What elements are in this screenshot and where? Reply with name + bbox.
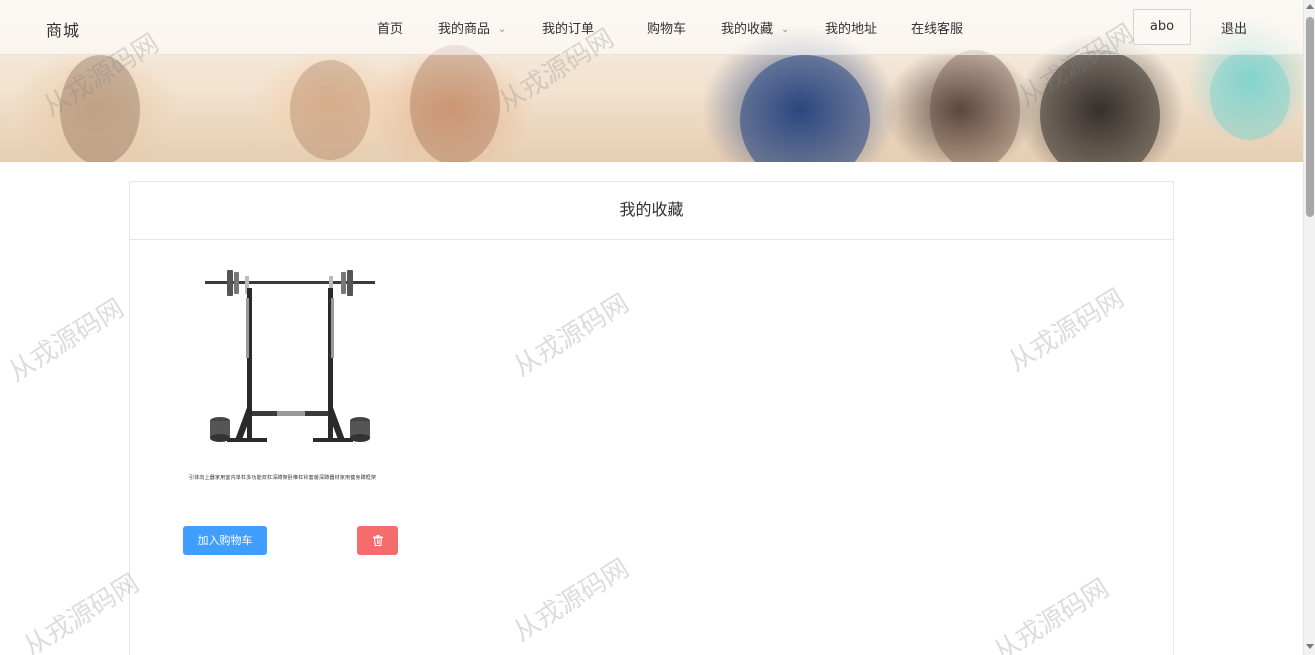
scroll-up-icon[interactable] xyxy=(1306,4,1314,9)
nav-label: 在线客服 xyxy=(911,22,964,37)
nav-my-favorites[interactable]: 我的收藏 ⌄ xyxy=(721,18,789,37)
nav-label: 购物车 xyxy=(647,22,687,37)
nav-cart[interactable]: 购物车 xyxy=(647,18,686,37)
navbar: 商城 首页 我的商品 ⌄ 我的订单 购物车 我的收藏 ⌄ 我的地址 在线客服 abo… xyxy=(0,0,1303,55)
squat-rack-image[interactable] xyxy=(205,268,385,458)
nav-my-products[interactable]: 我的商品 ⌄ xyxy=(438,18,506,37)
nav-my-address[interactable]: 我的地址 xyxy=(825,18,877,37)
nav-home[interactable]: 首页 xyxy=(377,18,403,37)
nav-label: 我的订单 xyxy=(542,22,595,37)
nav-online-service[interactable]: 在线客服 xyxy=(911,18,963,37)
page-scrollbar[interactable] xyxy=(1303,0,1315,655)
watermark: 从戎源码网 xyxy=(18,568,145,655)
banner-character xyxy=(290,60,370,160)
trash-icon xyxy=(372,535,383,547)
nav-label: 我的地址 xyxy=(825,22,878,37)
logout-link[interactable]: 退出 xyxy=(1221,18,1247,37)
favorites-card: 我的收藏 引体向上器家用室内单杠多功能双杠深蹲架卧推杠铃套装深蹲器材家用健身蹲框… xyxy=(129,181,1174,655)
brand-logo[interactable]: 商城 xyxy=(46,17,80,41)
chevron-down-icon: ⌄ xyxy=(781,24,790,35)
header-banner: 商城 首页 我的商品 ⌄ 我的订单 购物车 我的收藏 ⌄ 我的地址 在线客服 abo… xyxy=(0,0,1303,162)
banner-character xyxy=(930,50,1020,162)
banner-character xyxy=(410,45,500,162)
scrollbar-thumb[interactable] xyxy=(1306,17,1314,217)
add-to-cart-button[interactable]: 加入购物车 xyxy=(183,526,267,555)
nav-label: 我的商品 xyxy=(438,22,491,37)
delete-favorite-button[interactable] xyxy=(357,526,398,555)
nav-label: 我的收藏 xyxy=(721,22,774,37)
nav-my-orders[interactable]: 我的订单 xyxy=(542,18,594,37)
user-menu[interactable]: abo xyxy=(1133,9,1191,45)
banner-character xyxy=(1210,50,1290,140)
scroll-down-icon[interactable] xyxy=(1306,644,1314,649)
banner-character xyxy=(60,55,140,162)
chevron-down-icon: ⌄ xyxy=(498,24,507,35)
banner-character xyxy=(740,55,870,162)
nav-label: 首页 xyxy=(377,22,404,37)
watermark: 从戎源码网 xyxy=(3,293,130,388)
page-title: 我的收藏 xyxy=(130,182,1173,240)
product-name[interactable]: 引体向上器家用室内单杠多功能双杠深蹲架卧推杠铃套装深蹲器材家用健身蹲框架 xyxy=(189,474,409,481)
favorite-item: 引体向上器家用室内单杠多功能双杠深蹲架卧推杠铃套装深蹲器材家用健身蹲框架 xyxy=(185,264,400,564)
banner-character xyxy=(1040,50,1160,162)
